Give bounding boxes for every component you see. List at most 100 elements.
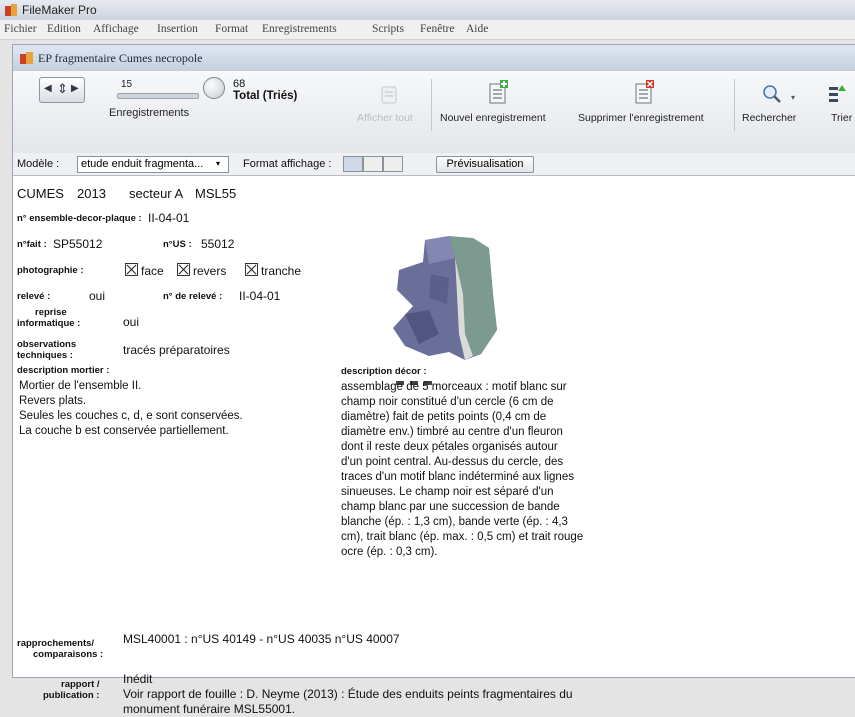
releve-number-field[interactable]: II-04-01 bbox=[239, 289, 280, 303]
us-label: n°US : bbox=[163, 239, 192, 250]
document-titlebar: EP fragmentaire Cumes necropole bbox=[13, 45, 855, 72]
decor-line: d'un point central. Au-dessus du cercle,… bbox=[341, 456, 564, 468]
menu-insertion[interactable]: Insertion bbox=[157, 23, 198, 35]
sort-button[interactable]: Trier bbox=[831, 112, 852, 124]
menu-scripts[interactable]: Scripts bbox=[372, 23, 404, 35]
observations-label: observations bbox=[17, 339, 77, 350]
status-toolbar: ◀ ⇕ ▶ 15 Enregistrements 68 Total (Triés… bbox=[13, 71, 855, 154]
photo-checkbox-face[interactable]: face bbox=[125, 262, 164, 278]
rapport-label-2: publication : bbox=[43, 690, 100, 701]
preview-button[interactable]: Prévisualisation bbox=[436, 156, 534, 173]
photo-checkbox-revers[interactable]: revers bbox=[177, 262, 226, 278]
view-as-list-button[interactable] bbox=[363, 156, 383, 172]
photo-label: photographie : bbox=[17, 265, 84, 276]
reprise-field[interactable]: oui bbox=[123, 315, 139, 329]
menu-fenetre[interactable]: Fenêtre bbox=[420, 23, 454, 35]
filemaker-logo-icon bbox=[5, 4, 17, 16]
menu-fichier[interactable]: Fichier bbox=[4, 23, 37, 35]
records-label: Enregistrements bbox=[109, 107, 190, 119]
mortier-line: Mortier de l'ensemble II. bbox=[19, 380, 142, 392]
rapprochements-label: rapprochements/ bbox=[17, 638, 95, 649]
layout-select-value: etude enduit fragmenta... bbox=[81, 158, 204, 170]
observations-field[interactable]: tracés préparatoires bbox=[123, 343, 230, 357]
ensemble-field[interactable]: II-04-01 bbox=[148, 211, 189, 225]
rapport-line: Inédit bbox=[123, 672, 153, 686]
photo-checkbox-tranche[interactable]: tranche bbox=[245, 262, 301, 278]
decor-field[interactable]: assemblage de 5 morceaux : motif blanc s… bbox=[341, 380, 641, 560]
decor-line: assemblage de 5 morceaux : motif blanc s… bbox=[341, 381, 567, 393]
mortier-field[interactable]: Mortier de l'ensemble II. Revers plats. … bbox=[19, 379, 329, 439]
decor-line: cm), trait blanc (ép. max. : 0,5 cm) et … bbox=[341, 531, 584, 543]
app-title: FileMaker Pro bbox=[22, 3, 97, 17]
decor-line: sinueuses. Le champ noir est séparé d'un bbox=[341, 486, 554, 498]
decor-line: ocre (ép. : 0,3 cm). bbox=[341, 546, 438, 558]
mortier-line: Revers plats. bbox=[19, 395, 87, 407]
sector-field[interactable]: secteur A bbox=[129, 186, 183, 201]
toolbar-separator bbox=[431, 79, 432, 131]
decor-line: diamètre env.) timbré au centre d'un fle… bbox=[341, 426, 563, 438]
reprise-label-2: informatique : bbox=[17, 318, 81, 329]
code-field[interactable]: MSL55 bbox=[195, 186, 236, 201]
releve-field[interactable]: oui bbox=[89, 289, 105, 303]
menu-format[interactable]: Format bbox=[215, 23, 248, 35]
view-as-table-button[interactable] bbox=[383, 156, 403, 172]
record-slider[interactable] bbox=[117, 93, 199, 99]
rapprochements-field[interactable]: MSL40001 : n°US 40149 - n°US 40035 n°US … bbox=[123, 632, 400, 646]
layout-bar: Modèle : etude enduit fragmenta... ▾ For… bbox=[13, 153, 855, 176]
rapport-line: monument funéraire MSL55001. bbox=[123, 702, 296, 716]
us-field[interactable]: 55012 bbox=[201, 237, 234, 251]
layout-label: Modèle : bbox=[17, 158, 60, 170]
show-all-icon bbox=[381, 86, 397, 104]
previous-record-icon[interactable]: ◀ bbox=[44, 83, 52, 94]
delete-record-button[interactable]: Supprimer l'enregistrement bbox=[578, 112, 704, 124]
delete-record-icon bbox=[635, 80, 654, 104]
menu-aide[interactable]: Aide bbox=[466, 23, 488, 35]
mortier-line: La couche b est conservée partiellement. bbox=[19, 425, 229, 437]
rapprochements-label-2: comparaisons : bbox=[33, 649, 104, 660]
new-record-icon bbox=[489, 80, 508, 104]
show-all-button[interactable]: Afficher tout bbox=[357, 112, 413, 124]
decor-line: blanche (ép. : 1,3 cm), bande verte (ép.… bbox=[341, 516, 568, 528]
menu-edition[interactable]: Edition bbox=[47, 23, 81, 35]
record-content: CUMES 2013 secteur A MSL55 n° ensemble-d… bbox=[13, 176, 855, 716]
toolbar-separator bbox=[734, 79, 735, 131]
mortier-label: description mortier : bbox=[17, 365, 110, 376]
new-record-button[interactable]: Nouvel enregistrement bbox=[440, 112, 546, 124]
layout-select[interactable]: etude enduit fragmenta... ▾ bbox=[77, 156, 229, 173]
releve-number-label: n° de relevé : bbox=[163, 291, 223, 302]
total-count: 68 bbox=[233, 78, 246, 90]
found-set-pie-icon[interactable] bbox=[203, 77, 225, 99]
decor-label: description décor : bbox=[341, 366, 427, 377]
checked-box-icon bbox=[177, 263, 190, 276]
fragment-photo bbox=[393, 236, 497, 360]
fait-field[interactable]: SP55012 bbox=[53, 237, 102, 251]
sort-icon bbox=[829, 85, 846, 102]
menu-enregistrements[interactable]: Enregistrements bbox=[262, 23, 337, 35]
checked-box-icon bbox=[245, 263, 258, 276]
mortier-line: Seules les couches c, d, e sont conservé… bbox=[19, 410, 243, 422]
decor-line: champ noir constitué d'un cercle (6 cm d… bbox=[341, 396, 554, 408]
next-record-icon[interactable]: ▶ bbox=[71, 83, 79, 94]
find-button[interactable]: Rechercher bbox=[742, 112, 796, 124]
current-record-field[interactable]: 15 bbox=[121, 79, 132, 90]
reprise-label: reprise bbox=[35, 307, 67, 318]
fait-label: n°fait : bbox=[17, 239, 47, 250]
observations-label-2: techniques : bbox=[17, 350, 73, 361]
decor-line: dont il reste deux pétales organisés aut… bbox=[341, 441, 558, 453]
site-field[interactable]: CUMES bbox=[17, 186, 64, 201]
year-field[interactable]: 2013 bbox=[77, 186, 106, 201]
rapport-line: Voir rapport de fouille : D. Neyme (2013… bbox=[123, 687, 573, 701]
document-window: EP fragmentaire Cumes necropole ◀ ⇕ ▶ 15… bbox=[12, 44, 855, 716]
magnifier-icon bbox=[763, 85, 781, 103]
chevron-down-icon: ▾ bbox=[216, 159, 221, 168]
menu-affichage[interactable]: Affichage bbox=[93, 23, 139, 35]
menubar: Fichier Edition Affichage Insertion Form… bbox=[0, 20, 855, 40]
checked-box-icon bbox=[125, 263, 138, 276]
view-as-form-button[interactable] bbox=[343, 156, 363, 172]
total-label: Total (Triés) bbox=[233, 90, 298, 102]
book-icon: ⇕ bbox=[57, 81, 68, 96]
rapport-label: rapport / bbox=[61, 679, 100, 690]
rapport-field[interactable]: Inédit Voir rapport de fouille : D. Neym… bbox=[123, 672, 623, 717]
record-book-navigator[interactable]: ◀ ⇕ ▶ bbox=[39, 77, 85, 103]
find-dropdown-icon[interactable]: ▾ bbox=[791, 93, 795, 102]
